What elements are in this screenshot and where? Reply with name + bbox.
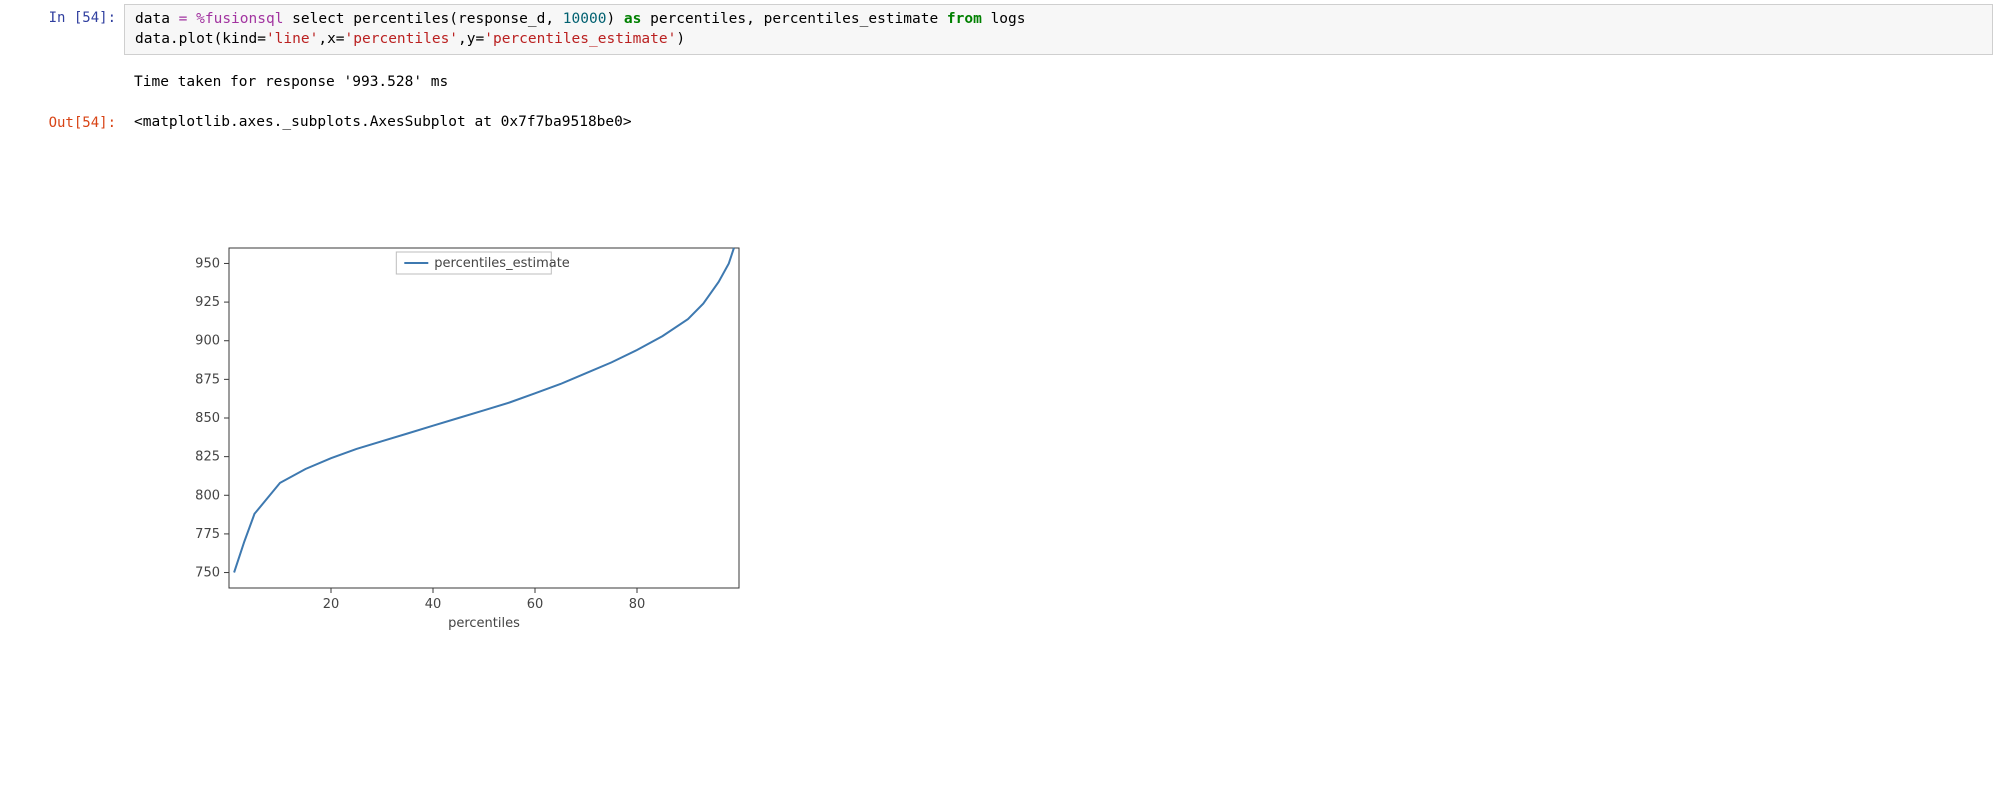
code-token: 'line' (266, 31, 318, 47)
plot-wrap: 750 775 800 825 850 875 900 925 950 20 40 60 80 perce… (134, 187, 1983, 671)
xtick-label: 60 (527, 597, 544, 612)
code-token: select percentiles(response_d, (292, 11, 563, 27)
output-prompt: Out[54]: (6, 109, 124, 137)
legend-label: percentiles_estimate (434, 256, 570, 271)
code-token: from (947, 11, 982, 27)
x-axis-label: percentiles (448, 616, 520, 631)
code-token: ,x= (318, 31, 344, 47)
output-cell: Out[54]: <matplotlib.axes._subplots.Axes… (0, 105, 1999, 141)
code-token: = (179, 11, 196, 27)
code-token: %fusionsql (196, 11, 292, 27)
code-token: data.plot(kind= (135, 31, 266, 47)
ytick-label: 850 (195, 411, 220, 426)
ytick-label: 825 (195, 449, 220, 464)
ytick-label: 950 (195, 256, 220, 271)
code-token: 'percentiles' (345, 31, 459, 47)
code-token: logs (982, 11, 1026, 27)
output-repr: <matplotlib.axes._subplots.AxesSubplot a… (124, 109, 1993, 137)
stdout-prompt-spacer (6, 69, 124, 97)
plot-output: 750 775 800 825 850 875 900 925 950 20 40 60 80 perce… (124, 144, 1993, 715)
xtick-label: 20 (323, 597, 340, 612)
ytick-label: 800 (195, 488, 220, 503)
plot-prompt-spacer (6, 144, 124, 715)
ytick-label: 775 (195, 526, 220, 541)
stdout-text: Time taken for response '993.528' ms (124, 69, 1993, 97)
stdout-row: Time taken for response '993.528' ms (0, 65, 1999, 101)
code-token: ) (676, 31, 685, 47)
ytick-label: 925 (195, 295, 220, 310)
code-token: 10000 (563, 11, 607, 27)
code-token: ,y= (458, 31, 484, 47)
plot-row: 750 775 800 825 850 875 900 925 950 20 40 60 80 perce… (0, 140, 1999, 719)
xtick-label: 40 (425, 597, 442, 612)
plot-frame (229, 248, 739, 588)
code-token: data (135, 11, 179, 27)
input-cell: In [54]: data = %fusionsql select percen… (0, 0, 1999, 59)
code-token: 'percentiles_estimate' (484, 31, 676, 47)
ytick-label: 750 (195, 565, 220, 580)
xtick-label: 80 (629, 597, 646, 612)
ytick-label: 875 (195, 372, 220, 387)
code-token: percentiles, percentiles_estimate (641, 11, 947, 27)
code-token: ) (606, 11, 623, 27)
line-chart: 750 775 800 825 850 875 900 925 950 20 40 60 80 perce… (174, 233, 754, 633)
code-token: as (624, 11, 641, 27)
input-prompt: In [54]: (6, 4, 124, 55)
ytick-label: 900 (195, 333, 220, 348)
notebook: In [54]: data = %fusionsql select percen… (0, 0, 1999, 719)
code-input[interactable]: data = %fusionsql select percentiles(res… (124, 4, 1993, 55)
series-line (234, 248, 734, 573)
